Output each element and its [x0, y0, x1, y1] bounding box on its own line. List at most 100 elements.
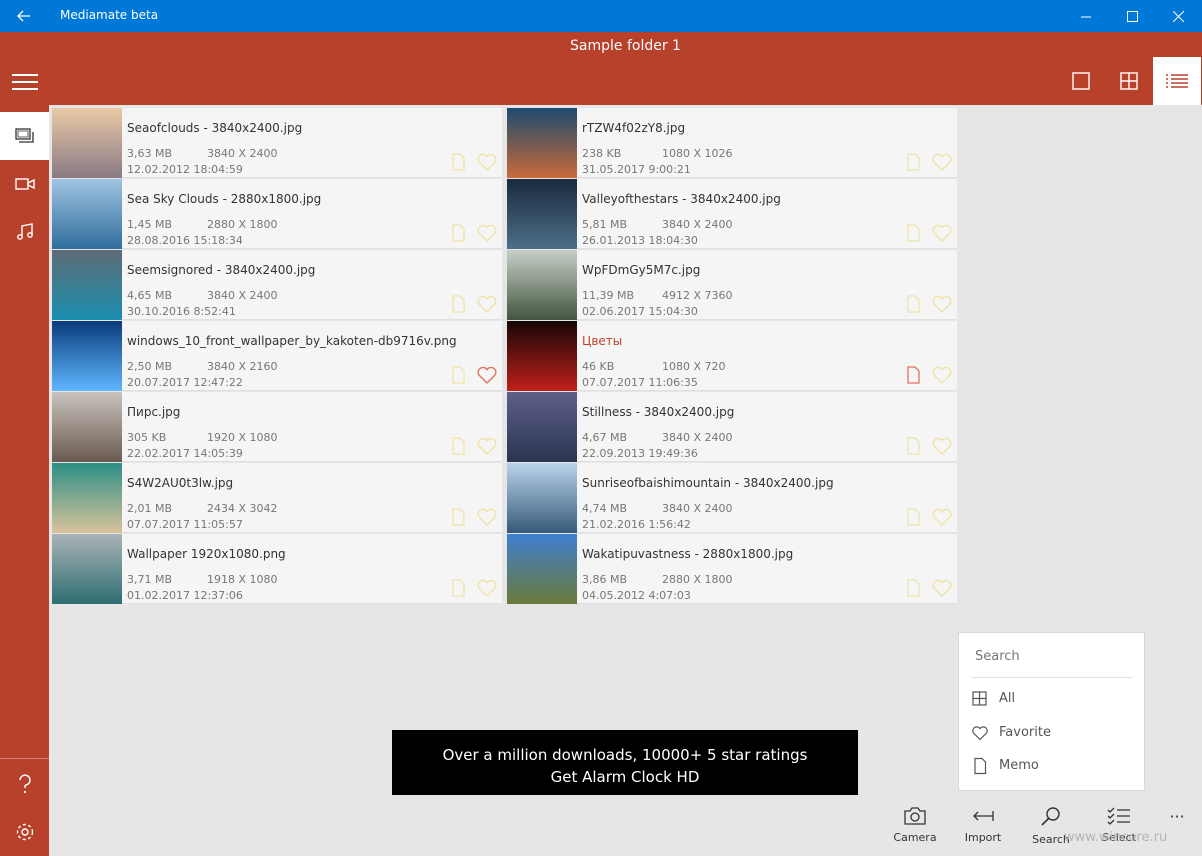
search-input[interactable]: Search [975, 649, 1020, 664]
help-button[interactable] [0, 760, 49, 808]
item-dimensions: 1918 X 1080 [207, 573, 278, 586]
memo-icon[interactable] [448, 578, 468, 598]
list-item[interactable]: Seaofclouds - 3840x2400.jpg 3,63 MB 3840 X… [52, 108, 502, 178]
single-view-icon [1072, 72, 1090, 90]
ad-line-1: Over a million downloads, 10000+ 5 star … [442, 746, 808, 764]
heart-icon[interactable] [476, 365, 498, 385]
item-name: Stillness - 3840x2400.jpg [582, 405, 735, 419]
item-name: Пирс.jpg [127, 405, 181, 419]
photos-icon [14, 128, 34, 143]
heart-icon [972, 726, 988, 741]
memo-icon[interactable] [903, 294, 923, 314]
import-button[interactable]: Import [953, 803, 1013, 853]
thumbnail [52, 463, 122, 533]
list-item[interactable]: Пирс.jpg 305 KB 1920 X 1080 22.02.2017 14:0… [52, 392, 502, 462]
item-size: 238 KB [582, 147, 622, 160]
list-item[interactable]: Wallpaper 1920x1080.png 3,71 MB 1918 X 108… [52, 534, 502, 604]
item-size: 2,01 MB [127, 502, 173, 515]
heart-icon[interactable] [931, 436, 953, 456]
heart-icon[interactable] [476, 152, 498, 172]
memo-icon[interactable] [903, 578, 923, 598]
thumbnail [507, 250, 577, 320]
select-icon [1107, 807, 1130, 825]
thumbnail [507, 321, 577, 391]
memo-icon[interactable] [448, 152, 468, 172]
more-button[interactable]: ··· [1162, 807, 1192, 827]
item-size: 3,86 MB [582, 573, 628, 586]
list-item[interactable]: S4W2AU0t3lw.jpg 2,01 MB 2434 X 3042 07.07.2… [52, 463, 502, 533]
heart-icon[interactable] [931, 152, 953, 172]
camera-button[interactable]: Camera [885, 803, 945, 853]
item-size: 3,71 MB [127, 573, 173, 586]
select-button[interactable]: Select [1089, 803, 1149, 853]
list-item[interactable]: Valleyofthestars - 3840x2400.jpg 5,81 MB 3… [507, 179, 957, 249]
memo-icon[interactable] [448, 223, 468, 243]
sidebar-item-videos[interactable] [0, 160, 49, 208]
view-single-button[interactable] [1057, 57, 1105, 105]
heart-icon[interactable] [476, 294, 498, 314]
item-dimensions: 4912 X 7360 [662, 289, 733, 302]
settings-button[interactable] [0, 808, 49, 856]
filter-favorite[interactable]: Favorite [971, 720, 1136, 748]
memo-icon[interactable] [903, 223, 923, 243]
memo-icon[interactable] [448, 294, 468, 314]
list-item[interactable]: windows_10_front_wallpaper_by_kakoten-db… [52, 321, 502, 391]
filter-all[interactable]: All [971, 686, 1136, 714]
heart-icon[interactable] [931, 365, 953, 385]
command-bar: Camera Import Search Select ··· [49, 795, 1202, 856]
sidebar-item-music[interactable] [0, 208, 49, 256]
hamburger-menu-button[interactable] [0, 58, 49, 106]
sidebar-item-photos[interactable] [0, 112, 49, 160]
filter-all-label: All [999, 691, 1016, 706]
memo-icon[interactable] [903, 436, 923, 456]
help-icon [18, 774, 31, 794]
maximize-button[interactable] [1109, 0, 1155, 32]
heart-icon[interactable] [476, 223, 498, 243]
heart-icon[interactable] [476, 578, 498, 598]
list-item[interactable]: rTZW4f02zY8.jpg 238 KB 1080 X 1026 31.05.20… [507, 108, 957, 178]
view-grid-button[interactable] [1105, 57, 1153, 105]
search-button[interactable]: Search [1021, 803, 1081, 853]
heart-icon[interactable] [931, 578, 953, 598]
list-item[interactable]: Цветы 46 KB 1080 X 720 07.07.2017 11:06:35 [507, 321, 957, 391]
memo-icon[interactable] [903, 365, 923, 385]
back-button[interactable] [0, 0, 48, 32]
memo-icon[interactable] [903, 507, 923, 527]
minimize-button[interactable] [1063, 0, 1109, 32]
item-name: Цветы [582, 334, 623, 348]
item-date: 04.05.2012 4:07:03 [582, 589, 691, 602]
list-item[interactable]: Seemsignored - 3840x2400.jpg 4,65 MB 3840 … [52, 250, 502, 320]
hamburger-icon [11, 74, 38, 90]
list-item[interactable]: Sea Sky Clouds - 2880x1800.jpg 1,45 MB 288… [52, 179, 502, 249]
item-date: 26.01.2013 18:04:30 [582, 234, 698, 247]
heart-icon[interactable] [931, 507, 953, 527]
item-date: 20.07.2017 12:47:22 [127, 376, 243, 389]
memo-icon[interactable] [903, 152, 923, 172]
item-dimensions: 3840 X 2160 [207, 360, 278, 373]
item-dimensions: 1080 X 720 [662, 360, 726, 373]
heart-icon[interactable] [476, 507, 498, 527]
item-dimensions: 2880 X 1800 [662, 573, 733, 586]
item-name: rTZW4f02zY8.jpg [582, 121, 686, 135]
filter-memo[interactable]: Memo [971, 753, 1136, 781]
memo-icon[interactable] [448, 365, 468, 385]
view-list-button[interactable] [1153, 57, 1201, 105]
item-name: Seaofclouds - 3840x2400.jpg [127, 121, 303, 135]
grid-view-icon [1120, 72, 1138, 90]
close-button[interactable] [1155, 0, 1201, 32]
item-date: 02.06.2017 15:04:30 [582, 305, 698, 318]
list-item[interactable]: Sunriseofbaishimountain - 3840x2400.jpg 4… [507, 463, 957, 533]
heart-icon[interactable] [476, 436, 498, 456]
list-item[interactable]: WpFDmGy5M7c.jpg 11,39 MB 4912 X 7360 02.06.… [507, 250, 957, 320]
heart-icon[interactable] [931, 294, 953, 314]
thumbnail [507, 463, 577, 533]
item-dimensions: 2434 X 3042 [207, 502, 278, 515]
ad-banner[interactable]: Over a million downloads, 10000+ 5 star … [392, 730, 858, 795]
memo-icon[interactable] [448, 436, 468, 456]
music-note-icon [16, 223, 33, 240]
list-item[interactable]: Wakatipuvastness - 2880x1800.jpg 3,86 MB 2… [507, 534, 957, 604]
heart-icon[interactable] [931, 223, 953, 243]
list-item[interactable]: Stillness - 3840x2400.jpg 4,67 MB 3840 X 2… [507, 392, 957, 462]
memo-icon[interactable] [448, 507, 468, 527]
item-dimensions: 3840 X 2400 [662, 431, 733, 444]
